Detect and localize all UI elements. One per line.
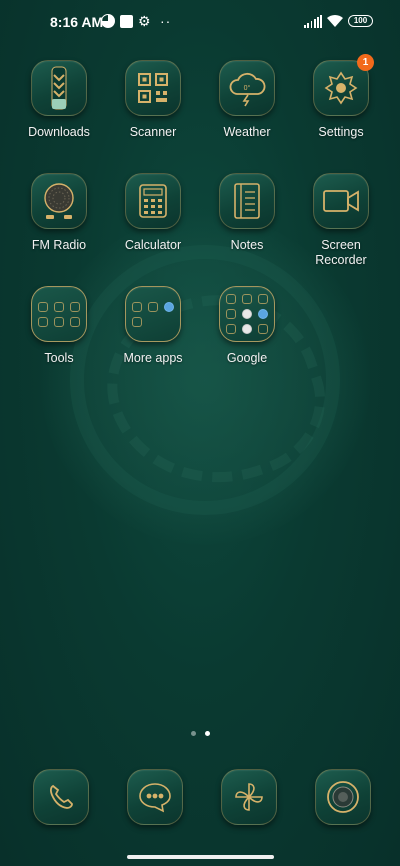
app-notes[interactable]: Notes xyxy=(200,173,294,253)
notification-badge: 1 xyxy=(357,54,374,71)
video-camera-icon xyxy=(313,173,369,229)
radio-icon xyxy=(31,173,87,229)
pinwheel-icon xyxy=(221,769,277,825)
app-label: Settings xyxy=(318,125,364,139)
folder-label: More apps xyxy=(123,351,183,365)
weather-cloud-icon: 0° xyxy=(219,60,275,116)
folder-tools[interactable]: Tools xyxy=(12,286,106,366)
app-weather[interactable]: 0° Weather xyxy=(200,60,294,140)
gear-icon: ⚙ xyxy=(138,13,151,29)
qr-scanner-icon xyxy=(125,60,181,116)
app-label: FM Radio xyxy=(31,238,87,252)
app-label: Downloads xyxy=(28,125,90,139)
downloads-icon xyxy=(31,60,87,116)
more-dots-icon: ·· xyxy=(160,13,172,29)
wifi-icon xyxy=(327,14,343,27)
folder-icon xyxy=(125,286,181,342)
signal-icon xyxy=(304,15,322,28)
app-scanner[interactable]: Scanner xyxy=(106,60,200,140)
dock-messages[interactable] xyxy=(127,769,183,825)
app-label: Scanner xyxy=(129,125,177,139)
page-dot[interactable] xyxy=(190,731,196,736)
folder-label: Google xyxy=(226,351,268,365)
app-settings[interactable]: 1 Settings xyxy=(294,54,388,140)
gesture-nav-bar[interactable] xyxy=(127,855,274,859)
phone-icon xyxy=(33,769,89,825)
page-dot-active[interactable] xyxy=(204,731,210,736)
settings-gear-icon: 1 xyxy=(313,54,374,116)
screenshot-square-icon xyxy=(120,15,133,28)
app-screen-recorder[interactable]: Screen Recorder xyxy=(294,173,388,268)
status-time: 8:16 AM xyxy=(50,14,104,30)
app-label: Screen Recorder xyxy=(315,238,367,267)
battery-icon: 100 xyxy=(348,15,373,27)
app-downloads[interactable]: Downloads xyxy=(12,60,106,140)
message-bubble-icon xyxy=(127,769,183,825)
folder-icon xyxy=(31,286,87,342)
app-fm-radio[interactable]: FM Radio xyxy=(12,173,106,253)
folder-google[interactable]: Google xyxy=(200,286,294,366)
app-calculator[interactable]: Calculator xyxy=(106,173,200,253)
folder-label: Tools xyxy=(44,351,74,365)
calculator-icon xyxy=(125,173,181,229)
dock-camera[interactable] xyxy=(315,769,371,825)
dock-gallery[interactable] xyxy=(221,769,277,825)
notes-icon xyxy=(219,173,275,229)
folder-icon xyxy=(219,286,275,342)
app-label: Notes xyxy=(230,238,264,252)
folder-more-apps[interactable]: More apps xyxy=(106,286,200,366)
app-label: Weather xyxy=(223,125,271,139)
dock-phone[interactable] xyxy=(33,769,89,825)
camera-lens-icon xyxy=(315,769,371,825)
data-saver-icon xyxy=(101,14,115,28)
weather-temp: 0° xyxy=(244,84,251,92)
page-indicator[interactable] xyxy=(0,731,400,736)
status-bar: 8:16 AM ⚙ ·· 100 xyxy=(0,0,400,44)
app-label: Calculator xyxy=(124,238,182,252)
